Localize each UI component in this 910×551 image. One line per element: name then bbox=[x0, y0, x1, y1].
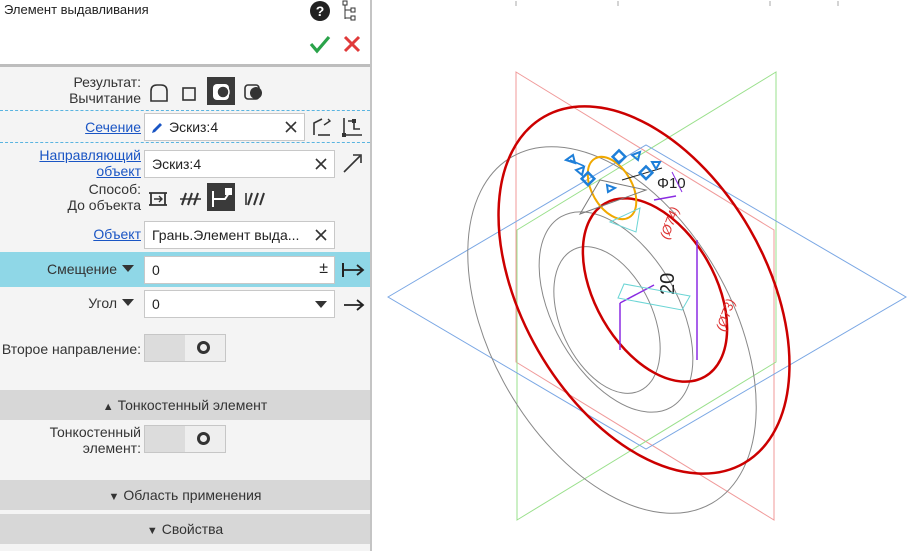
properties-section-header[interactable]: ▼ Свойства bbox=[0, 514, 370, 544]
thin-wall-label-line1: Тонкостенный bbox=[49, 424, 141, 440]
model-viewport[interactable]: Φ10 20 (Ø74) (Ø73) bbox=[372, 0, 910, 551]
section-row-bottom-border bbox=[0, 142, 370, 143]
scope-section-header[interactable]: ▼ Область применения bbox=[0, 480, 370, 510]
second-direction-toggle[interactable] bbox=[144, 334, 226, 362]
svg-text:?: ? bbox=[316, 3, 325, 19]
result-subtract-button[interactable] bbox=[207, 77, 235, 105]
pencil-icon bbox=[152, 123, 162, 133]
angle-dropdown-icon[interactable] bbox=[314, 300, 328, 310]
angle-label: Угол bbox=[88, 295, 117, 311]
result-label: Результат: Вычитание bbox=[0, 74, 141, 106]
thin-wall-toggle[interactable] bbox=[144, 425, 226, 453]
preview-profile bbox=[608, 207, 641, 233]
toggle-knob-area bbox=[185, 426, 225, 452]
offset-input[interactable]: 0 ± bbox=[144, 256, 335, 284]
thin-wall-label-line2: элемент: bbox=[82, 440, 141, 456]
scope-section-title: ▼ Область применения bbox=[0, 487, 370, 503]
clear-object-icon[interactable] bbox=[312, 225, 330, 245]
guide-object-value: Эскиз:4 bbox=[152, 156, 202, 172]
method-through-all-button[interactable] bbox=[177, 185, 205, 213]
panel-header: Элемент выдавливания ? bbox=[0, 0, 370, 64]
toggle-knob-area bbox=[185, 335, 225, 361]
method-middle-plane-button[interactable] bbox=[242, 185, 270, 213]
method-to-object-button[interactable] bbox=[207, 183, 235, 211]
angle-value: 0 bbox=[152, 296, 160, 312]
inner-hole-back bbox=[538, 211, 694, 413]
method-label-line2: До объекта bbox=[67, 197, 141, 213]
guide-object-link[interactable]: Направляющий объект bbox=[0, 147, 141, 179]
chevron-up-icon: ▲ bbox=[102, 401, 114, 413]
clear-guide-icon[interactable] bbox=[312, 154, 330, 174]
result-union-button[interactable] bbox=[145, 79, 173, 107]
guide-object-field[interactable]: Эскиз:4 bbox=[144, 150, 335, 178]
result-label-text: Результат: bbox=[73, 74, 141, 90]
object-value: Грань.Элемент выда... bbox=[152, 227, 300, 243]
header-separator bbox=[0, 64, 370, 67]
model-canvas[interactable]: Φ10 20 (Ø74) (Ø73) bbox=[372, 0, 910, 551]
tree-icon[interactable] bbox=[341, 0, 359, 22]
preview-profile bbox=[617, 283, 691, 311]
chevron-down-icon[interactable] bbox=[121, 264, 135, 274]
guide-label-line1: Направляющий bbox=[39, 147, 141, 163]
result-intersect-button[interactable] bbox=[240, 79, 268, 107]
second-direction-label: Второе направление: bbox=[1, 341, 141, 357]
section-row-top-border bbox=[0, 110, 370, 111]
result-value-text: Вычитание bbox=[69, 90, 141, 106]
scope-section-text: Область применения bbox=[123, 487, 262, 503]
section-link[interactable]: Сечение bbox=[0, 119, 141, 135]
angle-input[interactable]: 0 bbox=[144, 290, 335, 318]
dim-73-label[interactable]: (Ø73) bbox=[713, 297, 738, 333]
angle-direction-icon[interactable] bbox=[341, 295, 367, 315]
toggle-knob bbox=[197, 432, 210, 445]
method-label: Способ: До объекта bbox=[0, 181, 141, 213]
properties-section-title: ▼ Свойства bbox=[0, 521, 370, 537]
thin-wall-section-header[interactable]: ▲ Тонкостенный элемент bbox=[0, 390, 370, 420]
chevron-down-icon[interactable] bbox=[121, 298, 135, 308]
section-select-icon[interactable] bbox=[310, 115, 334, 139]
thin-wall-section-title: ▲ Тонкостенный элемент bbox=[0, 397, 370, 413]
manipulator-handle[interactable] bbox=[605, 183, 618, 194]
chevron-down-icon: ▼ bbox=[146, 525, 158, 537]
manipulator-handle[interactable] bbox=[563, 153, 577, 165]
chevron-down-icon: ▼ bbox=[108, 491, 120, 503]
cancel-icon[interactable] bbox=[342, 34, 362, 54]
section-value: Эскиз:4 bbox=[169, 119, 219, 135]
guide-label-line2: объект bbox=[96, 163, 141, 179]
panel-title: Элемент выдавливания bbox=[4, 2, 149, 17]
manipulator-handle[interactable] bbox=[650, 161, 662, 172]
properties-section-text: Свойства bbox=[161, 521, 224, 537]
offset-direction-icon[interactable] bbox=[341, 260, 367, 280]
dim-diameter-label[interactable]: Φ10 bbox=[657, 175, 686, 192]
thin-wall-label: Тонкостенный элемент: bbox=[0, 424, 141, 456]
thin-wall-section-text: Тонкостенный элемент bbox=[117, 397, 268, 413]
method-to-distance-button[interactable] bbox=[145, 185, 173, 213]
object-link[interactable]: Объект bbox=[0, 226, 141, 242]
offset-value: 0 bbox=[152, 262, 160, 278]
inner-hole-edge bbox=[553, 246, 661, 394]
properties-panel: Элемент выдавливания ? Результат: Вычита… bbox=[0, 0, 370, 551]
result-new-body-button[interactable] bbox=[175, 79, 203, 107]
toggle-knob bbox=[197, 341, 210, 354]
direction-arrow-icon[interactable] bbox=[340, 150, 366, 176]
manipulator-handle[interactable] bbox=[574, 165, 586, 177]
offset-label: Смещение bbox=[46, 261, 117, 277]
object-field[interactable]: Грань.Элемент выда... bbox=[144, 221, 335, 249]
method-label-line1: Способ: bbox=[88, 181, 141, 197]
confirm-icon[interactable] bbox=[309, 34, 331, 54]
section-field[interactable]: Эскиз:4 bbox=[144, 113, 305, 141]
help-icon[interactable]: ? bbox=[309, 0, 331, 22]
section-sketch-icon[interactable] bbox=[340, 115, 366, 139]
clear-section-icon[interactable] bbox=[282, 117, 300, 137]
plus-minus-toggle[interactable]: ± bbox=[319, 260, 328, 278]
